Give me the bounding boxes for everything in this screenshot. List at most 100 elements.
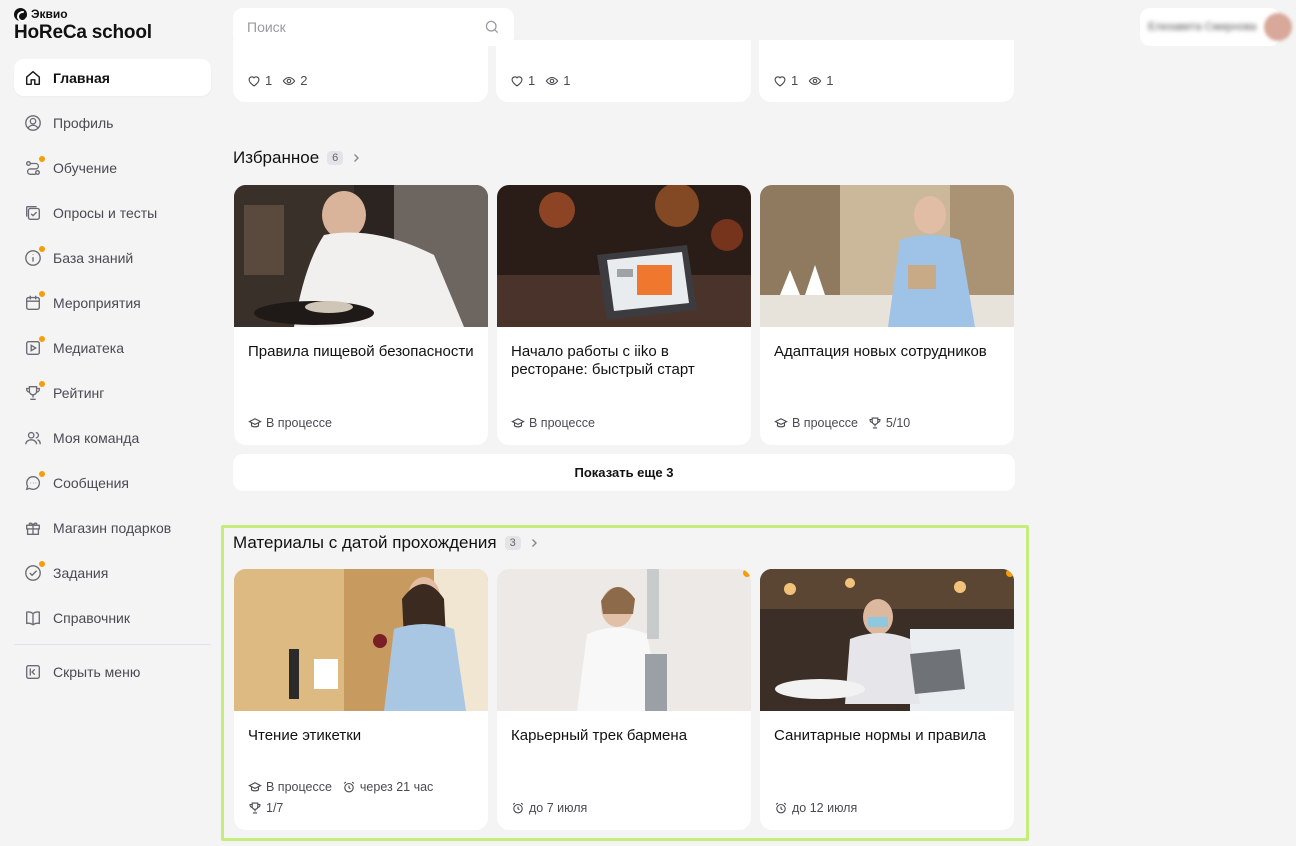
- heart-icon[interactable]: [247, 74, 261, 88]
- trophy-icon: [869, 417, 881, 429]
- top-card[interactable]: 1 1: [759, 40, 1014, 102]
- sidebar-item-label: Сообщения: [53, 474, 129, 491]
- eye-icon: [282, 76, 296, 85]
- course-card[interactable]: Начало работы с iiko в ресторане: быстры…: [497, 185, 751, 445]
- show-more-button[interactable]: Показать еще 3: [233, 454, 1015, 491]
- card-title: Санитарные нормы и правила: [774, 727, 986, 744]
- card-title: Адаптация новых сотрудников: [774, 343, 987, 360]
- sidebar-item-tasks[interactable]: Задания: [14, 554, 211, 591]
- calendar-icon: [24, 290, 45, 312]
- course-image: [497, 569, 751, 711]
- notification-dot: [39, 155, 45, 162]
- sidebar-item-label: Задания: [53, 564, 109, 581]
- sidebar-item-messages[interactable]: Сообщения: [14, 464, 211, 501]
- main-nav: Главная Профиль Обучение Опросы и тесты: [14, 59, 211, 644]
- sidebar-item-label: Моя команда: [53, 429, 140, 446]
- sidebar-item-team[interactable]: Моя команда: [14, 419, 211, 456]
- deadline-label: через 21 час: [359, 780, 434, 794]
- score-label: 1/7: [266, 801, 284, 815]
- team-icon: [24, 429, 42, 447]
- notification-dot: [39, 560, 45, 567]
- views-count: 2: [300, 73, 308, 88]
- eye-icon: [545, 76, 559, 85]
- sidebar-item-rating[interactable]: Рейтинг: [14, 374, 211, 411]
- course-card[interactable]: Правила пищевой безопасности В процессе: [234, 185, 488, 445]
- hide-menu-button[interactable]: Скрыть меню: [14, 653, 211, 690]
- brand-school: HoReCa school: [14, 22, 152, 43]
- course-card[interactable]: Санитарные нормы и правила до 12 июля: [760, 569, 1014, 830]
- course-image: [234, 569, 488, 711]
- score-label: 5/10: [885, 416, 911, 430]
- status-label: В процессе: [266, 416, 332, 430]
- sidebar: Эквио HoReCa school Главная Профиль Обуч…: [0, 0, 222, 846]
- top-card[interactable]: 1 1: [496, 40, 751, 102]
- favorites-section-title[interactable]: Избранное 6: [233, 148, 361, 168]
- count-badge: 6: [327, 151, 344, 165]
- card-title: Чтение этикетки: [248, 727, 362, 744]
- sidebar-divider: [14, 644, 211, 645]
- sidebar-item-label: Обучение: [53, 159, 118, 176]
- views-count: 1: [563, 73, 571, 88]
- course-image: [760, 185, 1014, 327]
- chevron-right-icon: [354, 154, 360, 162]
- alarm-clock-icon: [775, 802, 787, 814]
- tests-icon: [24, 204, 42, 222]
- sidebar-item-events[interactable]: Мероприятия: [14, 284, 211, 321]
- home-icon: [24, 69, 42, 87]
- unread-dot: [1006, 569, 1014, 577]
- media-icon: [24, 335, 45, 357]
- sidebar-item-label: Магазин подарков: [53, 519, 172, 536]
- likes-count: 1: [528, 73, 536, 88]
- sidebar-item-media[interactable]: Медиатека: [14, 329, 211, 366]
- alarm-clock-icon: [512, 802, 524, 814]
- learning-icon: [24, 155, 45, 177]
- count-badge: 3: [504, 536, 521, 550]
- gift-icon: [24, 519, 42, 537]
- sidebar-item-profile[interactable]: Профиль: [14, 104, 211, 141]
- avatar: [1264, 13, 1293, 41]
- deadline-label: до 7 июля: [529, 801, 588, 815]
- status-label: В процессе: [266, 780, 332, 794]
- ekvio-logo-icon: [14, 7, 27, 21]
- search-input[interactable]: [247, 19, 484, 35]
- search-icon[interactable]: [484, 19, 500, 35]
- sidebar-item-knowledge[interactable]: База знаний: [14, 239, 211, 276]
- sidebar-item-directory[interactable]: Справочник: [14, 599, 211, 636]
- views-count: 1: [826, 73, 834, 88]
- status-label: В процессе: [792, 416, 858, 430]
- brand-company: Эквио: [31, 7, 68, 21]
- heart-icon[interactable]: [773, 74, 787, 88]
- deadline-section-title[interactable]: Материалы с датой прохождения 3: [233, 533, 539, 553]
- card-title: Правила пищевой безопасности: [248, 343, 474, 360]
- top-card[interactable]: 1 2: [233, 40, 488, 102]
- brand[interactable]: Эквио HoReCa school: [14, 7, 152, 44]
- notification-dot: [39, 290, 45, 297]
- heart-icon[interactable]: [510, 74, 524, 88]
- sidebar-item-home[interactable]: Главная: [14, 59, 211, 96]
- course-image: [497, 185, 751, 327]
- sidebar-item-tests[interactable]: Опросы и тесты: [14, 194, 211, 231]
- section-title: Материалы с датой прохождения: [233, 533, 497, 552]
- sidebar-item-label: Справочник: [53, 609, 130, 626]
- sidebar-item-label: Опросы и тесты: [53, 204, 158, 221]
- notification-dot: [39, 470, 45, 477]
- section-title: Избранное: [233, 148, 320, 167]
- course-card[interactable]: Чтение этикетки В процессе через 21 час …: [234, 569, 488, 830]
- sidebar-item-gift-shop[interactable]: Магазин подарков: [14, 509, 211, 546]
- course-card[interactable]: Адаптация новых сотрудников В процессе 5…: [760, 185, 1014, 445]
- alarm-clock-icon: [343, 781, 355, 793]
- deadline-label: до 12 июля: [792, 801, 858, 815]
- task-icon: [24, 560, 45, 582]
- sidebar-item-label: Главная: [53, 69, 110, 86]
- user-menu[interactable]: Елизавета Смирнова: [1140, 8, 1293, 46]
- sidebar-item-label: Рейтинг: [53, 384, 105, 401]
- course-image: [234, 185, 488, 327]
- sidebar-item-learning[interactable]: Обучение: [14, 149, 211, 186]
- sidebar-item-label: База знаний: [53, 249, 134, 266]
- notification-dot: [39, 380, 45, 387]
- course-card[interactable]: Карьерный трек бармена до 7 июля: [497, 569, 751, 830]
- likes-count: 1: [265, 73, 273, 88]
- chat-icon: [24, 470, 45, 492]
- unread-dot: [743, 569, 751, 577]
- course-image: [760, 569, 1014, 711]
